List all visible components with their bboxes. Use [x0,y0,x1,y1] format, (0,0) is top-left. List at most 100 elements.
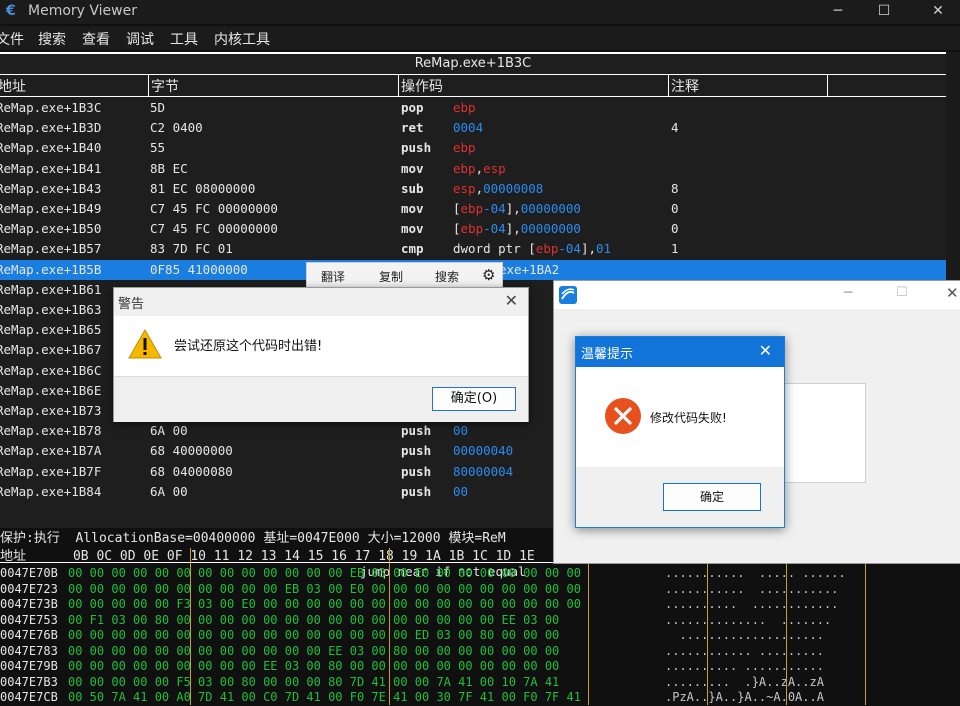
menu-bar: 文件 搜索 查看 调试 工具 内核工具 [0,26,960,50]
operand-part: ebp [460,221,484,237]
disasm-row[interactable]: ReMap.exe+1B49 C7 45 FC 00000000 mov [ebp-0… [0,199,946,219]
operand-part: 00 [453,423,469,439]
operand-part: dword ptr [ [453,241,536,257]
maximize-button[interactable]: ☐ [862,0,906,24]
hex-ascii: .............. ....... [665,612,832,627]
row-operands: 00000040 [453,441,513,461]
hex-row[interactable]: 0047E76B 00 00 00 00 00 00 00 00 00 00 00… [0,628,960,644]
hex-row[interactable]: 0047E723 00 00 00 00 00 00 00 00 00 00 EB… [0,582,960,598]
hex-bytes: 00 00 00 00 00 00 00 00 00 00 00 00 EE 0… [68,643,560,658]
row-operands: dword ptr [ebp-04],01 [453,239,611,259]
hex-row[interactable]: 0047E7B3 00 00 00 00 00 F5 03 00 80 00 00… [0,675,960,691]
row-operands: ebp [453,98,476,118]
operand-part: 00000040 [453,443,514,459]
error-icon [605,398,641,434]
minimize-button[interactable]: ─ [844,285,852,301]
row-comment: 1 [671,241,679,257]
row-operands: ebp,esp [453,159,506,179]
warning-message: 尝试还原这个代码时出错! [174,339,323,354]
row-address: ReMap.exe+1B61 [0,281,102,297]
row-comment: 4 [671,120,679,136]
row-bytes: 5D [150,100,166,115]
row-opcode: mov [401,221,424,237]
column-bytes[interactable]: 字节 [151,76,179,96]
row-operands: 00 [453,421,468,441]
menu-view[interactable]: 查看 [82,29,110,49]
row-address: ReMap.exe+1B50 [0,221,102,237]
operand-part: , [475,160,484,176]
row-comment: 0 [671,201,679,216]
column-address[interactable]: 地址 [0,76,26,96]
copy-button[interactable]: 复制 [379,268,403,285]
row-address: ReMap.exe+1B67 [0,342,102,358]
row-address: ReMap.exe+1B43 [0,180,102,196]
close-icon[interactable]: ✕ [505,291,518,310]
close-button[interactable]: ✕ [946,284,959,302]
row-address: ReMap.exe+1B78 [0,423,102,439]
tip-dialog-titlebar: 温馨提示 ✕ [576,337,784,367]
translate-button[interactable]: 翻译 [321,268,345,285]
row-address: ReMap.exe+1B6C [0,362,102,378]
operand-part: ebp [453,160,476,176]
row-bytes: 68 40000000 [150,443,233,459]
operand-part: 0004 [453,120,484,136]
hex-row[interactable]: 0047E753 00 F1 03 00 80 00 00 00 00 00 00… [0,613,960,629]
close-icon[interactable]: ✕ [759,341,772,360]
ok-button[interactable]: 确定(O) [432,387,516,411]
hex-row[interactable]: 0047E79B 00 00 00 00 00 00 00 00 00 EE 03… [0,659,960,675]
hex-address: 0047E7CB [0,690,58,704]
operand-part: -04 [483,201,506,216]
hex-address: 0047E723 [0,581,58,596]
disasm-row[interactable]: ReMap.exe+1B50 C7 45 FC 00000000 mov [ebp-0… [0,219,946,239]
row-opcode: push [401,140,432,156]
row-operands: 80000004 [453,462,513,482]
operand-part: [ [453,221,461,237]
menu-tools[interactable]: 工具 [170,29,198,49]
disasm-row[interactable]: ReMap.exe+1B57 83 7D FC 01 cmp dword ptr [e… [0,239,946,259]
hex-ascii: .................... [665,628,824,642]
hex-bytes: 00 F1 03 00 80 00 00 00 00 00 00 00 00 0… [68,612,560,627]
operand-part: 00000000 [520,221,581,237]
row-address: ReMap.exe+1B40 [0,140,102,156]
disasm-row[interactable]: ReMap.exe+1B41 8B EC mov ebp,esp [0,159,946,179]
row-address: ReMap.exe+1B3C [0,100,102,115]
ok-button[interactable]: 确定 [663,483,761,511]
maximize-button[interactable]: ☐ [896,285,908,300]
gear-icon[interactable]: ⚙ [482,266,495,284]
warning-dialog: 警告 ✕ 尝试还原这个代码时出错! 确定(O) [113,287,529,422]
menu-search[interactable]: 搜索 [38,29,66,49]
disasm-row[interactable]: ReMap.exe+1B40 55 push ebp [0,138,946,158]
menu-kernel-tools[interactable]: 内核工具 [214,29,270,49]
row-comment: 0 [671,221,679,237]
row-bytes: 8B EC [150,160,188,176]
warning-dialog-title: 警告 [118,297,145,312]
row-opcode: push [401,483,432,499]
disasm-row[interactable]: ReMap.exe+1B3C 5D pop ebp [0,98,946,118]
operand-part: 00 [453,483,469,499]
menu-file[interactable]: 文件 [0,29,24,49]
disasm-header: ReMap.exe+1B3C [0,54,946,75]
hex-ascii: ......... .}A..zA..zA [665,674,824,689]
row-bytes: 0F85 41000000 [150,261,248,277]
column-comment[interactable]: 注释 [671,76,699,96]
disasm-row[interactable]: ReMap.exe+1B3D C2 0400 ret 0004 4 [0,118,946,138]
hex-row[interactable]: 0047E7CB 00 50 7A 41 00 A0 7D 41 00 C0 7D… [0,690,960,706]
hex-row[interactable]: 0047E73B 00 00 00 00 00 F3 03 00 E0 00 00… [0,597,960,613]
row-address: ReMap.exe+1B7F [0,463,102,479]
hex-row[interactable]: 0047E70B 00 00 00 00 00 00 00 00 00 00 00… [0,566,960,582]
close-button[interactable]: ✕ [916,0,960,24]
search-button[interactable]: 搜索 [435,268,459,285]
disasm-row[interactable]: ReMap.exe+1B43 81 EC 08000000 sub esp,00000… [0,179,946,199]
menu-debug[interactable]: 调试 [126,29,154,49]
minimize-button[interactable]: ─ [816,0,860,24]
hex-ascii: .......... ............ [665,597,839,611]
operand-part: ebp [460,201,484,216]
selection-toolbar: 翻译 复制 搜索 ⚙ [306,262,503,290]
hex-row[interactable]: 0047E783 00 00 00 00 00 00 00 00 00 00 00… [0,644,960,660]
column-opcode[interactable]: 操作码 [401,76,443,96]
hex-bytes: 00 00 00 00 00 00 00 00 00 EE 03 00 80 0… [68,659,560,673]
row-bytes: 55 [150,140,166,156]
row-bytes: 81 EC 08000000 [150,180,256,196]
app-icon [559,286,577,304]
row-operands: exe+1BA2 [499,260,559,280]
